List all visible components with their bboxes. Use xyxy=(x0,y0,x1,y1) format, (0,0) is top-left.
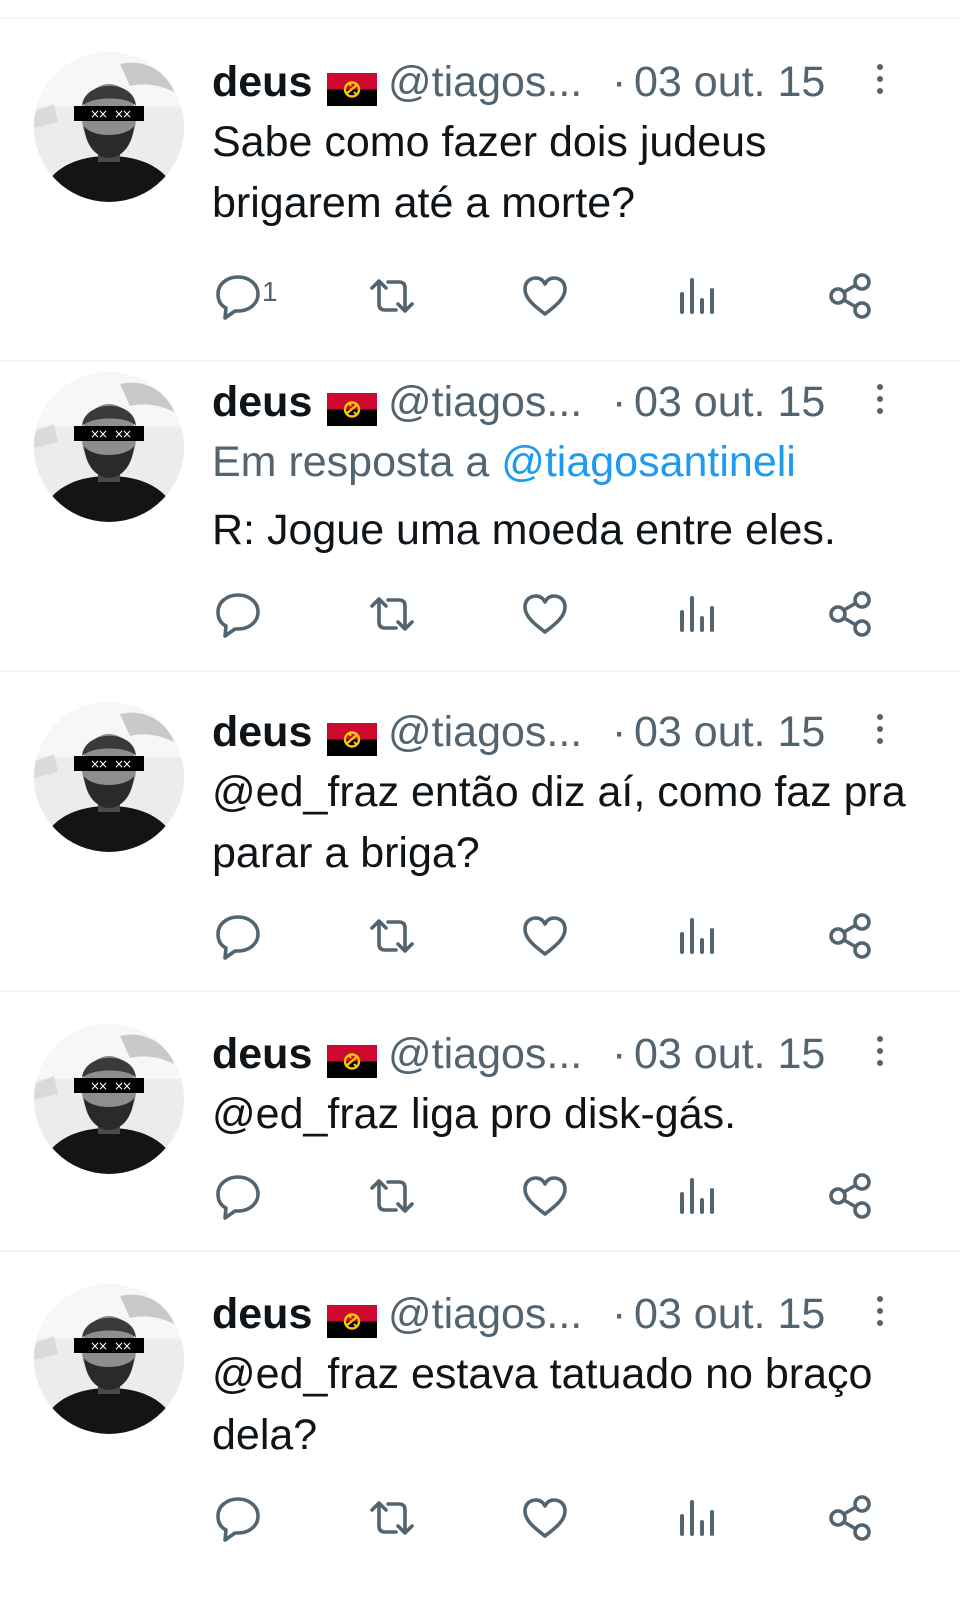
more-vertical-icon[interactable] xyxy=(872,64,888,104)
heart-icon[interactable] xyxy=(520,270,570,322)
timestamp[interactable]: 03 out. 15 xyxy=(634,58,825,107)
tweet-header: deus @tiagos... · 03 out. 15 xyxy=(212,1290,912,1350)
share-icon[interactable] xyxy=(826,910,876,962)
tweet-actions xyxy=(0,910,960,962)
tweet-actions xyxy=(0,1492,960,1544)
tweet-text: @ed_fraz estava tatuado no braço dela? xyxy=(212,1350,873,1459)
views-icon[interactable] xyxy=(676,1492,720,1544)
svg-text:×: × xyxy=(122,427,132,441)
tweet-text: Sabe como fazer dois judeus brigarem até… xyxy=(212,118,767,227)
display-name[interactable]: deus xyxy=(212,58,312,107)
svg-text:×: × xyxy=(98,1079,108,1093)
share-icon[interactable] xyxy=(826,1170,876,1222)
svg-text:×: × xyxy=(98,107,108,121)
display-name[interactable]: deus xyxy=(212,1290,312,1339)
angola-flag-icon xyxy=(327,388,377,426)
retweet-button[interactable] xyxy=(364,588,420,640)
reply-button[interactable] xyxy=(214,910,304,962)
tweet-divider xyxy=(0,670,960,672)
share-icon[interactable] xyxy=(826,1492,876,1544)
tweet-header: deus @tiagos... · 03 out. 15 xyxy=(212,708,912,768)
angola-flag-icon xyxy=(327,718,377,756)
avatar[interactable]: × × × × xyxy=(34,1024,184,1174)
tweet-text: @ed_fraz então diz aí, como faz pra para… xyxy=(212,768,906,877)
more-vertical-icon[interactable] xyxy=(872,714,888,754)
tweet-header: deus @tiagos... · 03 out. 15 xyxy=(212,58,912,118)
views-icon[interactable] xyxy=(676,588,720,640)
tweet-header: deus @tiagos... · 03 out. 15 xyxy=(212,378,912,438)
svg-text:×: × xyxy=(122,757,132,771)
reply-to-prefix: Em resposta a xyxy=(212,438,502,486)
share-icon[interactable] xyxy=(826,270,876,322)
more-vertical-icon[interactable] xyxy=(872,1036,888,1076)
timestamp[interactable]: 03 out. 15 xyxy=(634,708,825,757)
tweet-header: deus @tiagos... · 03 out. 15 xyxy=(212,1030,912,1090)
avatar[interactable]: × × × × xyxy=(34,52,184,202)
display-name[interactable]: deus xyxy=(212,1030,312,1079)
reply-count: 1 xyxy=(262,276,278,307)
tweet[interactable]: × × × × deus @tiagos... · 03 out. 15 xyxy=(0,40,960,362)
avatar[interactable]: × × × × xyxy=(34,1284,184,1434)
avatar[interactable]: × × × × xyxy=(34,702,184,852)
tweet[interactable]: × × × × deus @tiagos... · 03 out. 15 xyxy=(0,1272,960,1600)
retweet-button[interactable] xyxy=(364,270,420,322)
svg-text:×: × xyxy=(98,427,108,441)
views-icon[interactable] xyxy=(676,1170,720,1222)
retweet-button[interactable] xyxy=(364,1170,420,1222)
tweet-actions: 1 xyxy=(0,270,960,322)
username[interactable]: @tiagos... xyxy=(388,1290,582,1339)
separator-dot: · xyxy=(612,1030,627,1078)
share-icon[interactable] xyxy=(826,588,876,640)
heart-icon[interactable] xyxy=(520,588,570,640)
reply-button[interactable]: 1 xyxy=(214,270,304,322)
views-icon[interactable] xyxy=(676,910,720,962)
reply-to-mention[interactable]: @tiagosantineli xyxy=(501,438,796,486)
tweet-divider xyxy=(0,1250,960,1252)
svg-text:×: × xyxy=(122,1079,132,1093)
heart-icon[interactable] xyxy=(520,1170,570,1222)
retweet-button[interactable] xyxy=(364,910,420,962)
reply-button[interactable] xyxy=(214,1170,304,1222)
separator-dot: · xyxy=(612,708,627,756)
more-vertical-icon[interactable] xyxy=(872,1296,888,1336)
tweet-actions xyxy=(0,1170,960,1222)
reply-button[interactable] xyxy=(214,1492,304,1544)
svg-text:×: × xyxy=(122,107,132,121)
angola-flag-icon xyxy=(327,1040,377,1078)
more-vertical-icon[interactable] xyxy=(872,384,888,424)
separator-dot: · xyxy=(612,1290,627,1338)
tweet-divider xyxy=(0,990,960,992)
heart-icon[interactable] xyxy=(520,1492,570,1544)
avatar[interactable]: × × × × xyxy=(34,372,184,522)
separator-dot: · xyxy=(612,58,627,106)
timestamp[interactable]: 03 out. 15 xyxy=(634,1290,825,1339)
username[interactable]: @tiagos... xyxy=(388,708,582,757)
svg-text:×: × xyxy=(98,757,108,771)
top-divider xyxy=(0,18,960,19)
separator-dot: · xyxy=(612,378,627,426)
reply-button[interactable] xyxy=(214,588,304,640)
display-name[interactable]: deus xyxy=(212,378,312,427)
timestamp[interactable]: 03 out. 15 xyxy=(634,378,825,427)
views-icon[interactable] xyxy=(676,270,720,322)
reply-to-line: Em resposta a @tiagosantineli xyxy=(212,438,796,487)
display-name[interactable]: deus xyxy=(212,708,312,757)
tweet-text: R: Jogue uma moeda entre eles. xyxy=(212,506,836,554)
username[interactable]: @tiagos... xyxy=(388,1030,582,1079)
retweet-button[interactable] xyxy=(364,1492,420,1544)
tweet-actions xyxy=(0,588,960,640)
username[interactable]: @tiagos... xyxy=(388,58,582,107)
timestamp[interactable]: 03 out. 15 xyxy=(634,1030,825,1079)
tweet[interactable]: × × × × deus @tiagos... · 03 out. 15 xyxy=(0,690,960,992)
tweet[interactable]: × × × × deus @tiagos... · 03 out. 15 xyxy=(0,360,960,672)
heart-icon[interactable] xyxy=(520,910,570,962)
svg-text:×: × xyxy=(122,1339,132,1353)
tweet[interactable]: × × × × deus @tiagos... · 03 out. 15 xyxy=(0,1012,960,1252)
angola-flag-icon xyxy=(327,68,377,106)
username[interactable]: @tiagos... xyxy=(388,378,582,427)
svg-text:×: × xyxy=(98,1339,108,1353)
angola-flag-icon xyxy=(327,1300,377,1338)
tweet-text: @ed_fraz liga pro disk-gás. xyxy=(212,1090,737,1138)
